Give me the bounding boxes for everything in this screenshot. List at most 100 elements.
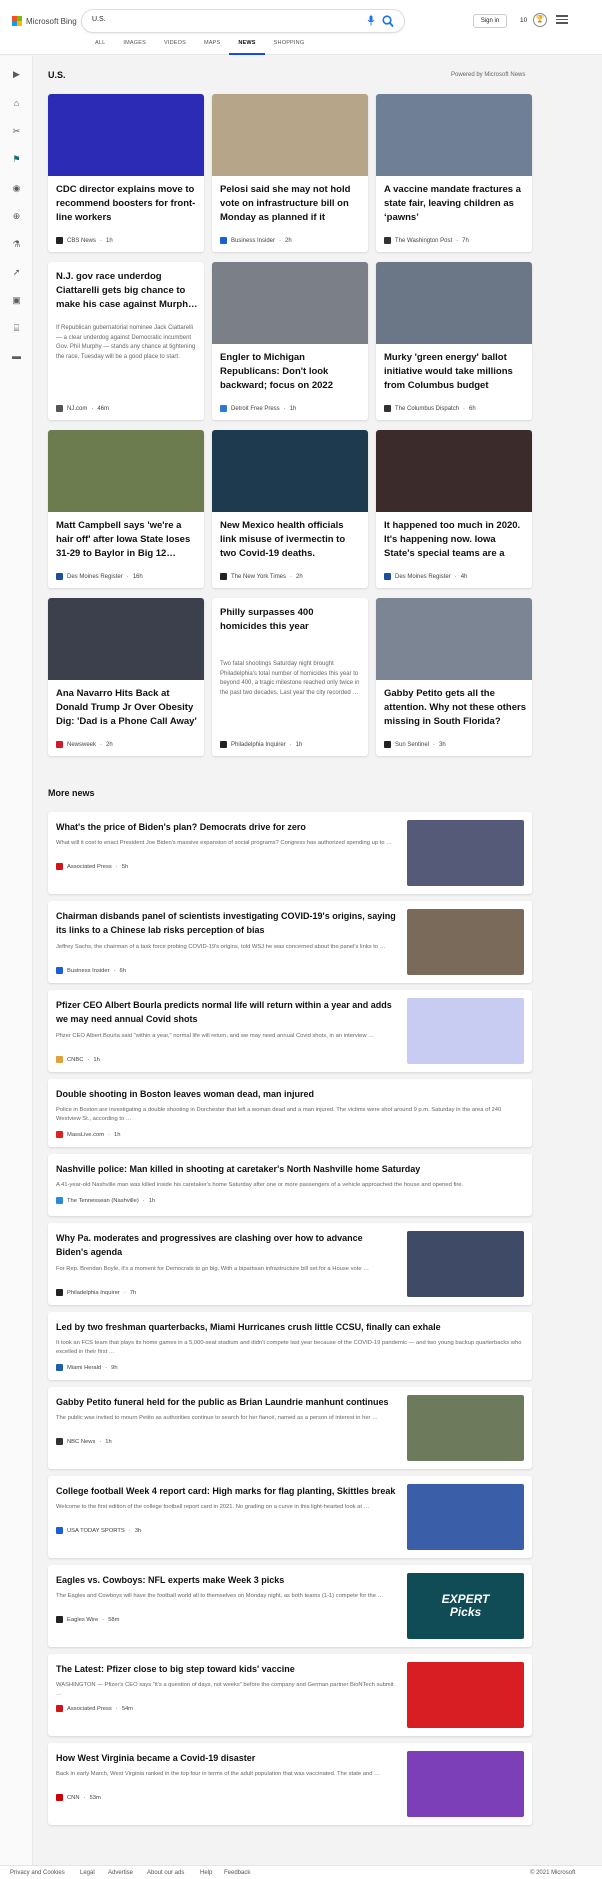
card-title[interactable]: Engler to Michigan Republicans: Don't lo… xyxy=(220,351,362,393)
science-icon[interactable]: ⚗ xyxy=(10,238,23,251)
list-item-thumbnail[interactable] xyxy=(407,1751,524,1817)
list-item-thumbnail[interactable] xyxy=(407,1395,524,1461)
search-icon[interactable] xyxy=(382,14,394,28)
search-box[interactable]: U.S. xyxy=(82,10,404,32)
tab-images[interactable]: IMAGES xyxy=(114,40,155,55)
news-card[interactable]: Pelosi said she may not hold vote on inf… xyxy=(212,94,368,252)
card-title[interactable]: Ana Navarro Hits Back at Donald Trump Jr… xyxy=(56,687,198,729)
footer-link-legal[interactable]: Legal xyxy=(80,1870,95,1876)
list-item-headline[interactable]: Chairman disbands panel of scientists in… xyxy=(56,909,396,937)
rewards-count[interactable]: 10 xyxy=(520,17,527,24)
tab-all[interactable]: ALL xyxy=(86,40,114,55)
card-title[interactable]: CDC director explains move to recommend … xyxy=(56,183,198,225)
list-item-headline[interactable]: Nashville police: Man killed in shooting… xyxy=(56,1162,524,1176)
list-item[interactable]: Gabby Petito funeral held for the public… xyxy=(48,1387,532,1469)
list-item-thumbnail[interactable] xyxy=(407,998,524,1064)
list-item-thumbnail[interactable] xyxy=(407,909,524,975)
card-image[interactable] xyxy=(48,430,204,512)
world-icon[interactable]: ⊕ xyxy=(10,210,23,223)
list-item[interactable]: Eagles vs. Cowboys: NFL experts make Wee… xyxy=(48,1565,532,1647)
tab-shopping[interactable]: SHOPPING xyxy=(265,40,314,55)
news-card[interactable]: Engler to Michigan Republicans: Don't lo… xyxy=(212,262,368,420)
list-item-headline[interactable]: The Latest: Pfizer close to big step tow… xyxy=(56,1662,396,1676)
politics-icon[interactable]: ⌸ xyxy=(10,322,23,335)
card-image[interactable] xyxy=(376,598,532,680)
list-item-thumbnail[interactable]: EXPERT Picks xyxy=(407,1573,524,1639)
list-item-thumbnail[interactable] xyxy=(407,820,524,886)
list-item-headline[interactable]: College football Week 4 report card: Hig… xyxy=(56,1484,396,1498)
news-card[interactable]: Gabby Petito gets all the attention. Why… xyxy=(376,598,532,756)
bing-logo[interactable]: Microsoft Bing xyxy=(12,16,77,26)
list-item[interactable]: College football Week 4 report card: Hig… xyxy=(48,1476,532,1558)
news-card[interactable]: A vaccine mandate fractures a state fair… xyxy=(376,94,532,252)
list-item-thumbnail[interactable] xyxy=(407,1231,524,1297)
card-title[interactable]: Matt Campbell says 'we're a hair off' af… xyxy=(56,519,198,561)
list-item-headline[interactable]: Led by two freshman quarterbacks, Miami … xyxy=(56,1320,524,1334)
list-item-headline[interactable]: Double shooting in Boston leaves woman d… xyxy=(56,1087,524,1101)
list-item-headline[interactable]: How West Virginia became a Covid-19 disa… xyxy=(56,1751,396,1765)
money-icon[interactable]: ▬ xyxy=(10,350,23,363)
list-item-source: USA TODAY SPORTS · 3h xyxy=(56,1527,141,1534)
tab-videos[interactable]: VIDEOS xyxy=(155,40,195,55)
card-title[interactable]: It happened too much in 2020. It's happe… xyxy=(384,519,526,561)
card-title[interactable]: New Mexico health officials link misuse … xyxy=(220,519,362,561)
microphone-icon[interactable] xyxy=(366,15,376,27)
news-card[interactable]: Ana Navarro Hits Back at Donald Trump Jr… xyxy=(48,598,204,756)
card-image[interactable] xyxy=(212,262,368,344)
hamburger-menu-icon[interactable] xyxy=(556,13,568,25)
home-icon[interactable]: ⌂ xyxy=(10,97,23,110)
list-item-thumbnail[interactable] xyxy=(407,1662,524,1728)
card-title[interactable]: Murky 'green energy' ballot initiative w… xyxy=(384,351,526,393)
footer-link-advertise[interactable]: Advertise xyxy=(108,1870,133,1876)
tab-news[interactable]: NEWS xyxy=(229,40,265,55)
card-image[interactable] xyxy=(376,262,532,344)
sports-icon[interactable]: ✂ xyxy=(10,125,23,138)
footer-link-privacy[interactable]: Privacy and Cookies xyxy=(10,1870,65,1876)
expand-icon[interactable]: ▶ xyxy=(10,68,23,81)
list-item[interactable]: Led by two freshman quarterbacks, Miami … xyxy=(48,1312,532,1380)
search-input[interactable]: U.S. xyxy=(92,16,106,23)
list-item-headline[interactable]: Why Pa. moderates and progressives are c… xyxy=(56,1231,396,1259)
footer-link-feedback[interactable]: Feedback xyxy=(224,1870,250,1876)
list-item[interactable]: What's the price of Biden's plan? Democr… xyxy=(48,812,532,894)
list-item[interactable]: Nashville police: Man killed in shooting… xyxy=(48,1154,532,1216)
footer-link-about-ads[interactable]: About our ads xyxy=(147,1870,184,1876)
rewards-trophy-icon[interactable]: 🏆 xyxy=(533,13,547,27)
card-title[interactable]: N.J. gov race underdog Ciattarelli gets … xyxy=(56,270,198,312)
card-image[interactable] xyxy=(212,430,368,512)
card-image[interactable] xyxy=(48,94,204,176)
news-card[interactable]: New Mexico health officials link misuse … xyxy=(212,430,368,588)
list-item-headline[interactable]: Eagles vs. Cowboys: NFL experts make Wee… xyxy=(56,1573,396,1587)
card-image[interactable] xyxy=(48,598,204,680)
card-title[interactable]: A vaccine mandate fractures a state fair… xyxy=(384,183,526,225)
card-image[interactable] xyxy=(376,94,532,176)
card-title[interactable]: Pelosi said she may not hold vote on inf… xyxy=(220,183,362,225)
list-item-headline[interactable]: Gabby Petito funeral held for the public… xyxy=(56,1395,396,1409)
location-icon[interactable]: ◉ xyxy=(10,182,23,195)
card-image[interactable] xyxy=(376,430,532,512)
list-item[interactable]: Double shooting in Boston leaves woman d… xyxy=(48,1079,532,1147)
footer-link-help[interactable]: Help xyxy=(200,1870,212,1876)
news-card[interactable]: Matt Campbell says 'we're a hair off' af… xyxy=(48,430,204,588)
list-item[interactable]: Why Pa. moderates and progressives are c… xyxy=(48,1223,532,1305)
flag-icon[interactable]: ⚑ xyxy=(10,153,23,166)
list-item[interactable]: Pfizer CEO Albert Bourla predicts normal… xyxy=(48,990,532,1072)
list-item-thumbnail[interactable] xyxy=(407,1484,524,1550)
news-card[interactable]: It happened too much in 2020. It's happe… xyxy=(376,430,532,588)
list-item[interactable]: The Latest: Pfizer close to big step tow… xyxy=(48,1654,532,1736)
card-title[interactable]: Philly surpasses 400 homicides this year xyxy=(220,606,362,634)
list-item-headline[interactable]: Pfizer CEO Albert Bourla predicts normal… xyxy=(56,998,396,1026)
list-item[interactable]: How West Virginia became a Covid-19 disa… xyxy=(48,1743,532,1825)
card-title[interactable]: Gabby Petito gets all the attention. Why… xyxy=(384,687,526,729)
news-card[interactable]: CDC director explains move to recommend … xyxy=(48,94,204,252)
news-card[interactable]: Murky 'green energy' ballot initiative w… xyxy=(376,262,532,420)
card-image[interactable] xyxy=(212,94,368,176)
tab-maps[interactable]: MAPS xyxy=(195,40,229,55)
sign-in-button[interactable]: Sign in xyxy=(473,14,507,28)
list-item[interactable]: Chairman disbands panel of scientists in… xyxy=(48,901,532,983)
news-card[interactable]: Philly surpasses 400 homicides this year… xyxy=(212,598,368,756)
list-item-headline[interactable]: What's the price of Biden's plan? Democr… xyxy=(56,820,396,834)
news-card[interactable]: N.J. gov race underdog Ciattarelli gets … xyxy=(48,262,204,420)
entertainment-icon[interactable]: ▣ xyxy=(10,294,23,307)
technology-icon[interactable]: ➚ xyxy=(10,266,23,279)
